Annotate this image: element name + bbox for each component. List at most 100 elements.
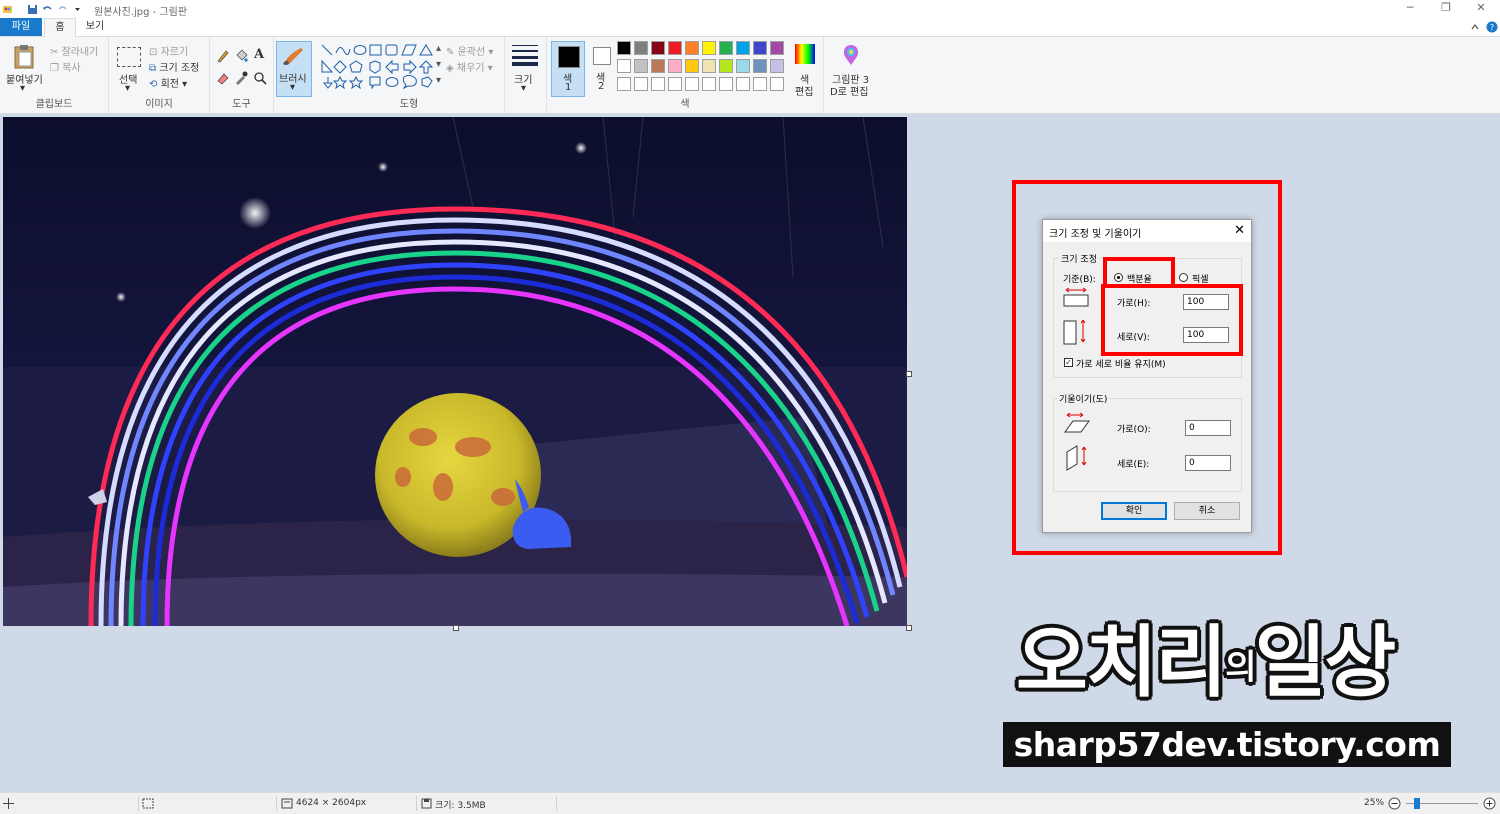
color-swatch[interactable] [651, 77, 665, 91]
status-separator [556, 796, 557, 811]
eraser-icon[interactable] [216, 71, 230, 85]
vertical-skew-icon [1066, 445, 1087, 471]
color-swatch[interactable] [702, 41, 716, 55]
color-swatch[interactable] [753, 59, 767, 73]
select-dropdown-icon[interactable]: ▾ [125, 83, 130, 94]
watermark-name-a: 오치리 [1016, 618, 1227, 708]
edit-colors-button[interactable]: 색 편집 [791, 41, 821, 98]
brushes-button[interactable]: 브러시 ▾ [276, 41, 312, 97]
color-swatch[interactable] [668, 41, 682, 55]
color-swatch[interactable] [770, 59, 784, 73]
minimize-button[interactable]: ─ [1392, 0, 1428, 18]
color-swatch[interactable] [702, 59, 716, 73]
redo-icon[interactable] [57, 4, 68, 15]
color-swatch[interactable] [770, 77, 784, 91]
fill-button[interactable]: ◈ 채우기 ▾ [446, 59, 493, 74]
canvas-workspace[interactable]: 크기 조정 및 기울이기 ✕ 크기 조정 기준(B): 백분율 픽셀 가로(H)… [0, 114, 1500, 792]
color-swatch[interactable] [634, 77, 648, 91]
zoom-out-icon[interactable] [1388, 797, 1401, 810]
watermark-url: sharp57dev.tistory.com [1003, 722, 1451, 767]
color-swatch[interactable] [736, 59, 750, 73]
resize-label: 크기 조정 [159, 63, 200, 74]
close-button[interactable]: ✕ [1463, 0, 1499, 18]
paste-dropdown-icon[interactable]: ▾ [20, 83, 25, 94]
image-group-label: 이미지 [145, 99, 173, 110]
shapes-expand-icon[interactable]: ▾ [436, 75, 441, 86]
color1-button[interactable]: 색 1 [551, 41, 585, 97]
select-icon[interactable] [117, 47, 141, 67]
tab-home[interactable]: 홈 [44, 18, 76, 37]
restore-button[interactable]: ❐ [1428, 0, 1464, 18]
rotate-button[interactable]: ⟲ 회전 ▾ [149, 75, 187, 90]
dialog-close-icon[interactable]: ✕ [1234, 223, 1245, 238]
color-swatch[interactable] [668, 59, 682, 73]
text-tool-icon[interactable]: A [254, 47, 264, 62]
color-swatch[interactable] [634, 41, 648, 55]
color-swatch[interactable] [719, 41, 733, 55]
shapes-gallery[interactable] [320, 43, 436, 89]
resize-button[interactable]: ⧉ 크기 조정 [149, 59, 199, 74]
color-swatch[interactable] [651, 59, 665, 73]
color-swatch[interactable] [685, 59, 699, 73]
pixel-radio[interactable] [1179, 273, 1188, 282]
resize-handle-corner[interactable] [906, 625, 912, 631]
paste-icon[interactable] [12, 43, 36, 69]
horizontal-skew-icon [1064, 412, 1090, 433]
skew-vertical-input[interactable]: 0 [1185, 455, 1231, 471]
cancel-button[interactable]: 취소 [1174, 502, 1240, 520]
resize-skew-dialog: 크기 조정 및 기울이기 ✕ 크기 조정 기준(B): 백분율 픽셀 가로(H)… [1042, 219, 1252, 533]
keep-ratio-checkbox[interactable]: ✓ [1064, 358, 1073, 367]
color2-button[interactable]: 색 2 [587, 41, 619, 95]
color-swatch[interactable] [634, 59, 648, 73]
color-swatch[interactable] [651, 41, 665, 55]
shapes-scroll-down-icon[interactable]: ▾ [436, 59, 441, 70]
color-swatch[interactable] [617, 59, 631, 73]
color-swatch[interactable] [668, 77, 682, 91]
pencil-icon[interactable] [216, 49, 230, 63]
outline-button[interactable]: ✎ 윤곽선 ▾ [446, 43, 493, 58]
cut-button[interactable]: ✂ 잘라내기 [50, 43, 98, 58]
tab-file[interactable]: 파일 [0, 18, 42, 36]
skew-horizontal-label: 가로(O): [1117, 425, 1151, 435]
status-bar: 4624 × 2604px 크기: 3.5MB 25% [0, 792, 1500, 814]
collapse-ribbon-icon[interactable] [1470, 22, 1480, 32]
shapes-scroll-up-icon[interactable]: ▴ [436, 43, 441, 54]
size-button[interactable]: 크기 ▾ [508, 41, 542, 97]
color-swatch[interactable] [719, 59, 733, 73]
color1-label-b: 1 [565, 82, 572, 93]
color-swatch[interactable] [685, 41, 699, 55]
color-swatch[interactable] [770, 41, 784, 55]
skew-horizontal-input[interactable]: 0 [1185, 420, 1231, 436]
zoom-slider-thumb[interactable] [1414, 798, 1421, 809]
color-swatch[interactable] [753, 41, 767, 55]
color-swatch[interactable] [702, 77, 716, 91]
crop-button[interactable]: ⊡ 자르기 [149, 43, 188, 58]
color-swatch[interactable] [736, 41, 750, 55]
color-swatch[interactable] [719, 77, 733, 91]
color-swatch[interactable] [736, 77, 750, 91]
color-swatch[interactable] [685, 77, 699, 91]
copy-button[interactable]: ❐ 복사 [50, 59, 81, 74]
color-swatch[interactable] [753, 77, 767, 91]
save-icon[interactable] [27, 4, 38, 15]
color-picker-icon[interactable] [234, 71, 248, 85]
magnifier-icon[interactable] [253, 71, 267, 85]
resize-handle-bottom[interactable] [453, 625, 459, 631]
photo-canvas[interactable] [3, 117, 907, 626]
window-title: 원본사진.jpg - 그림판 [94, 7, 188, 18]
tab-view[interactable]: 보기 [80, 18, 110, 36]
edit-with-paint3d-button[interactable]: 그림판 3 D로 편집 [826, 41, 876, 98]
customize-dropdown-icon[interactable] [72, 4, 83, 15]
dialog-title-bar: 크기 조정 및 기울이기 ✕ [1043, 220, 1251, 242]
undo-icon[interactable] [42, 4, 53, 15]
clipboard-group: 붙여넣기 ▾ ✂ 잘라내기 ❐ 복사 클립보드 [0, 37, 109, 113]
fill-bucket-icon[interactable] [234, 49, 248, 63]
color-swatch[interactable] [617, 77, 631, 91]
rotate-label: 회전 [160, 79, 179, 90]
ok-button[interactable]: 확인 [1101, 502, 1167, 520]
color-swatch[interactable] [617, 41, 631, 55]
help-icon[interactable]: ? [1486, 21, 1498, 33]
image-dimensions: 4624 × 2604px [296, 798, 367, 808]
resize-handle-right[interactable] [906, 371, 912, 377]
zoom-in-icon[interactable] [1483, 797, 1496, 810]
